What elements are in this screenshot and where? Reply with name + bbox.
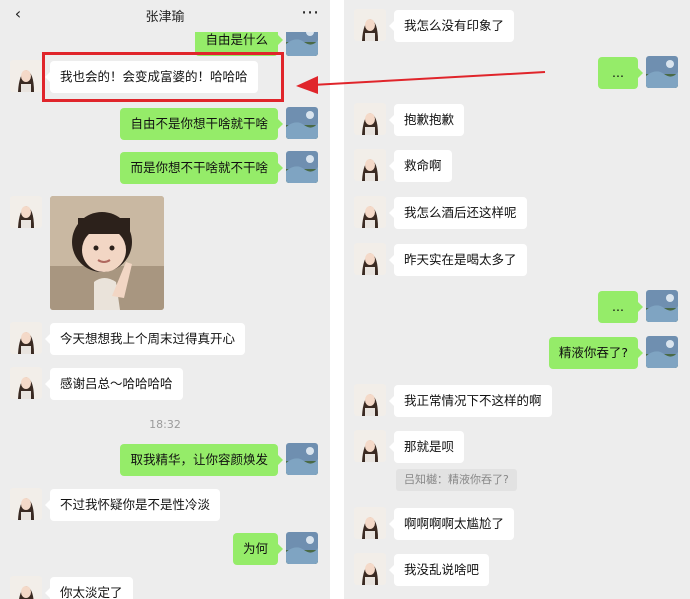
message-row: 那就是呗 bbox=[344, 430, 690, 464]
message-bubble-incoming[interactable]: 救命啊 bbox=[389, 150, 452, 182]
contact-avatar[interactable] bbox=[10, 196, 42, 228]
highlight-box bbox=[42, 52, 284, 102]
right-chat-screenshot: 我怎么没有印象了 ... 抱歉抱歉 救命啊 我怎么酒后还这样呢 昨天实在是喝太多… bbox=[344, 0, 690, 599]
message-bubble-incoming[interactable]: 啊啊啊啊太尴尬了 bbox=[388, 508, 515, 540]
message-row: 我怎么酒后还这样呢 bbox=[344, 196, 690, 230]
message-bubble-outgoing[interactable]: 自由不是你想干啥就干啥 bbox=[120, 108, 283, 140]
message-row: 感谢吕总～哈哈哈哈 bbox=[0, 367, 330, 401]
chat-header: ‹ 张津瑜 ⋯ bbox=[0, 0, 330, 32]
my-avatar[interactable] bbox=[286, 107, 318, 139]
message-row: 我没乱说啥吧 bbox=[344, 553, 690, 587]
my-avatar[interactable] bbox=[646, 290, 678, 322]
message-row: 自由不是你想干啥就干啥 bbox=[0, 107, 330, 141]
timestamp: 18:32 bbox=[149, 418, 181, 431]
contact-avatar[interactable] bbox=[354, 384, 386, 416]
contact-avatar[interactable] bbox=[10, 367, 42, 399]
message-bubble-incoming[interactable]: 那就是呗 bbox=[388, 431, 465, 463]
message-bubble-outgoing[interactable]: ... bbox=[598, 57, 643, 89]
ellipsis-icon[interactable]: ⋯ bbox=[301, 2, 320, 23]
my-avatar[interactable] bbox=[286, 532, 318, 564]
message-row: 你太淡定了 bbox=[0, 576, 330, 599]
contact-avatar[interactable] bbox=[354, 9, 386, 41]
message-bubble-outgoing[interactable]: ... bbox=[598, 291, 643, 323]
message-bubble-outgoing[interactable]: 取我精华，让你容颜焕发 bbox=[120, 444, 283, 476]
message-bubble-outgoing[interactable]: 为何 bbox=[232, 533, 284, 565]
contact-avatar[interactable] bbox=[10, 322, 42, 354]
message-row: ... bbox=[344, 290, 690, 324]
my-avatar[interactable] bbox=[646, 56, 678, 88]
contact-avatar[interactable] bbox=[10, 60, 42, 92]
contact-avatar[interactable] bbox=[10, 576, 42, 599]
message-row: 昨天实在是喝太多了 bbox=[344, 243, 690, 277]
message-bubble-incoming[interactable]: 你太淡定了 bbox=[45, 577, 133, 599]
my-avatar[interactable] bbox=[286, 443, 318, 475]
contact-avatar[interactable] bbox=[354, 507, 386, 539]
message-bubble-incoming[interactable]: 不过我怀疑你是不是性冷淡 bbox=[44, 489, 221, 521]
contact-avatar[interactable] bbox=[10, 488, 42, 520]
message-row: 精液你吞了? bbox=[344, 336, 690, 370]
toddler-clapping-photo[interactable] bbox=[50, 196, 164, 310]
contact-avatar[interactable] bbox=[354, 103, 386, 135]
my-avatar[interactable] bbox=[646, 336, 678, 368]
message-bubble-incoming[interactable]: 我怎么酒后还这样呢 bbox=[389, 197, 527, 229]
message-bubble-incoming[interactable]: 感谢吕总～哈哈哈哈 bbox=[45, 368, 183, 400]
message-row: 啊啊啊啊太尴尬了 bbox=[344, 507, 690, 541]
contact-avatar[interactable] bbox=[354, 196, 386, 228]
message-row: 我怎么没有印象了 bbox=[344, 9, 690, 43]
message-bubble-incoming[interactable]: 今天想想我上个周末过得真开心 bbox=[44, 323, 246, 355]
message-row: 为何 bbox=[0, 532, 330, 566]
contact-avatar[interactable] bbox=[354, 430, 386, 462]
message-row bbox=[0, 196, 330, 316]
message-row: ... bbox=[344, 56, 690, 90]
message-row: 取我精华，让你容颜焕发 bbox=[0, 443, 330, 477]
message-bubble-incoming[interactable]: 我怎么没有印象了 bbox=[388, 10, 515, 42]
message-row: 不过我怀疑你是不是性冷淡 bbox=[0, 488, 330, 522]
message-bubble-incoming[interactable]: 抱歉抱歉 bbox=[388, 104, 465, 136]
contact-avatar[interactable] bbox=[354, 553, 386, 585]
contact-avatar[interactable] bbox=[354, 149, 386, 181]
message-bubble-outgoing[interactable]: 而是你想不干啥就不干啥 bbox=[120, 152, 283, 184]
my-avatar[interactable] bbox=[286, 151, 318, 183]
message-bubble-outgoing[interactable]: 精液你吞了? bbox=[548, 337, 644, 369]
message-bubble-incoming[interactable]: 我没乱说啥吧 bbox=[388, 554, 490, 586]
message-row: 今天想想我上个周末过得真开心 bbox=[0, 322, 330, 356]
message-row: 救命啊 bbox=[344, 149, 690, 183]
message-bubble-incoming[interactable]: 昨天实在是喝太多了 bbox=[389, 244, 527, 276]
contact-avatar[interactable] bbox=[354, 243, 386, 275]
message-row: 我正常情况下不这样的啊 bbox=[344, 384, 690, 418]
message-row: 而是你想不干啥就不干啥 bbox=[0, 151, 330, 185]
chat-title: 张津瑜 bbox=[145, 10, 185, 25]
message-row: 抱歉抱歉 bbox=[344, 103, 690, 137]
message-bubble-incoming[interactable]: 我正常情况下不这样的啊 bbox=[389, 385, 552, 417]
left-chat-screenshot: 自由是什么 ‹ 张津瑜 ⋯ 我也会的！会变成富婆的！哈哈哈 自由不是你想干啥就干… bbox=[0, 0, 330, 599]
quoted-message[interactable]: 吕知樾：精液你吞了? bbox=[396, 469, 517, 491]
